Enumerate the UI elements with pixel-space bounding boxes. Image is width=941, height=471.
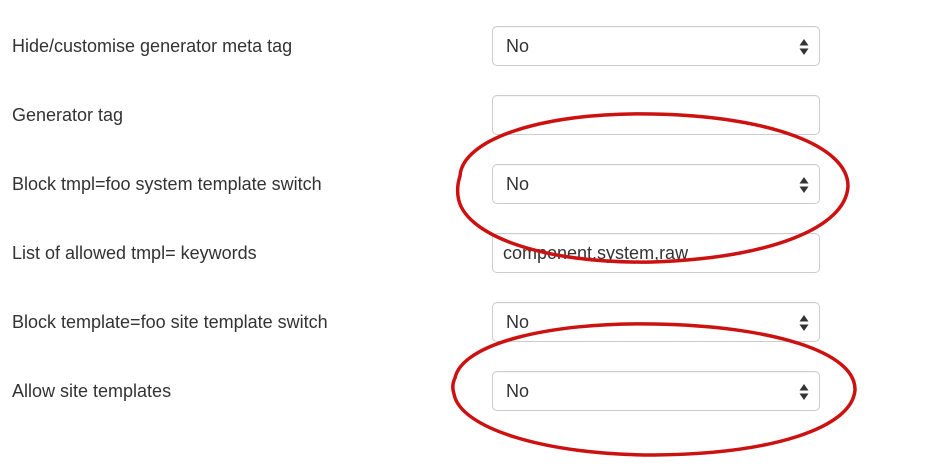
block-tmpl-switch-select[interactable]: No [492, 164, 820, 204]
row-generator-tag: Generator tag [0, 93, 941, 137]
block-tmpl-switch-label: Block tmpl=foo system template switch [12, 174, 322, 194]
select-value: No [506, 36, 530, 56]
row-block-tmpl-switch: Block tmpl=foo system template switch No [0, 162, 941, 206]
input-value: component,system,raw [503, 243, 689, 263]
hide-generator-meta-tag-label: Hide/customise generator meta tag [12, 36, 293, 56]
select-value: No [506, 312, 530, 332]
settings-form: Hide/customise generator meta tag No Gen… [0, 0, 941, 471]
row-hide-generator-meta-tag: Hide/customise generator meta tag No [0, 24, 941, 68]
row-allow-site-templates: Allow site templates No [0, 369, 941, 413]
select-value: No [506, 174, 530, 194]
allow-site-templates-label: Allow site templates [12, 381, 172, 401]
row-block-template-switch: Block template=foo site template switch … [0, 300, 941, 344]
allowed-tmpl-keywords-label: List of allowed tmpl= keywords [12, 243, 257, 263]
hide-generator-meta-tag-select[interactable]: No [492, 26, 820, 66]
up-down-caret-icon [799, 315, 809, 331]
generator-tag-label: Generator tag [12, 105, 124, 125]
up-down-caret-icon [799, 177, 809, 193]
block-template-switch-label: Block template=foo site template switch [12, 312, 328, 332]
allow-site-templates-select[interactable]: No [492, 371, 820, 411]
allowed-tmpl-keywords-input[interactable]: component,system,raw [492, 233, 820, 273]
row-allowed-tmpl-keywords: List of allowed tmpl= keywords component… [0, 231, 941, 275]
up-down-caret-icon [799, 384, 809, 400]
block-template-switch-select[interactable]: No [492, 302, 820, 342]
select-value: No [506, 381, 530, 401]
generator-tag-input[interactable] [492, 95, 820, 135]
up-down-caret-icon [799, 39, 809, 55]
